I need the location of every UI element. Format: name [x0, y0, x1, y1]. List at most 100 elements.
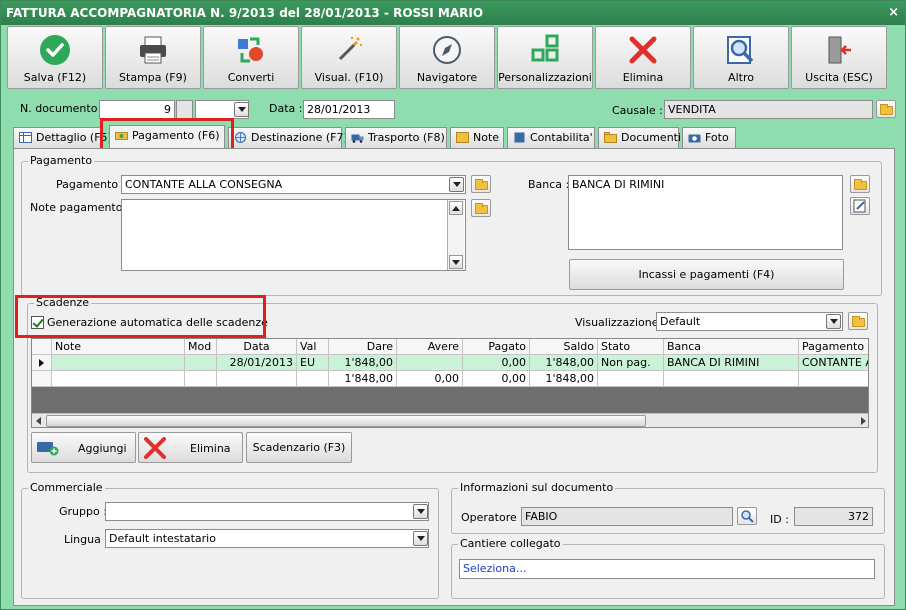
column-header[interactable]: Data: [217, 339, 297, 355]
banca-folder-icon[interactable]: [850, 175, 870, 193]
chevron-down-icon[interactable]: [826, 314, 841, 329]
pagamento-folder-icon[interactable]: [471, 175, 491, 193]
total-empty: [185, 371, 217, 387]
date-field[interactable]: 28/01/2013: [303, 100, 395, 119]
totals-row: 1'848,00 0,00 0,00 1'848,00: [32, 371, 868, 387]
tab-trasporto[interactable]: Trasporto (F8): [345, 127, 447, 148]
red-x-icon: [144, 437, 166, 459]
chevron-down-icon[interactable]: [413, 504, 428, 519]
doc-number-field[interactable]: 9: [99, 100, 175, 119]
tab-note[interactable]: Note: [450, 127, 504, 148]
add-scadenza-button[interactable]: Aggiungi: [31, 432, 136, 463]
cell-pagamento[interactable]: CONTANTE AL: [799, 355, 868, 371]
delete-button[interactable]: Elimina: [595, 26, 691, 89]
other-button[interactable]: Altro: [693, 26, 789, 89]
cell-stato[interactable]: Non pag.: [598, 355, 664, 371]
column-header[interactable]: Pagamento: [799, 339, 868, 355]
customize-button[interactable]: Personalizzazioni: [497, 26, 593, 89]
causale-folder-icon[interactable]: [876, 100, 896, 118]
add-card-icon: [37, 442, 59, 456]
gruppo-label: Gruppo :: [59, 505, 107, 518]
causale-field[interactable]: VENDITA: [664, 100, 873, 119]
invoice-window: FATTURA ACCOMPAGNATORIA N. 9/2013 del 28…: [0, 0, 906, 610]
cell-data[interactable]: 28/01/2013: [217, 355, 297, 371]
cell-mod[interactable]: [185, 355, 217, 371]
scroll-right-icon[interactable]: [861, 417, 866, 425]
scroll-thumb[interactable]: [46, 415, 646, 427]
gruppo-select[interactable]: [105, 502, 429, 521]
visualizzazione-folder-icon[interactable]: [848, 312, 868, 330]
navigator-label: Navigatore: [416, 71, 478, 84]
column-header[interactable]: Mod: [185, 339, 217, 355]
print-button[interactable]: Stampa (F9): [105, 26, 201, 89]
visualizzazione-select[interactable]: Default: [656, 312, 843, 331]
scroll-down-icon[interactable]: [449, 255, 463, 269]
tab-destinazione[interactable]: Destinazione (F7): [228, 127, 348, 148]
magnifier-icon[interactable]: [737, 507, 757, 525]
customize-label: Personalizzazioni: [498, 71, 592, 84]
red-x-icon: [596, 33, 690, 67]
cell-pagato[interactable]: 0,00: [463, 355, 530, 371]
id-label: ID :: [770, 513, 789, 526]
column-header[interactable]: Dare: [329, 339, 397, 355]
note-pagamento-field[interactable]: [121, 199, 466, 271]
incassi-pagamenti-button[interactable]: Incassi e pagamenti (F4): [569, 259, 844, 290]
close-icon[interactable]: ×: [888, 1, 899, 25]
tab-label: Foto: [705, 131, 729, 144]
cell-banca[interactable]: BANCA DI RIMINI: [664, 355, 799, 371]
cell-val[interactable]: EU: [297, 355, 329, 371]
column-header[interactable]: Avere: [397, 339, 463, 355]
total-saldo: 1'848,00: [530, 371, 598, 387]
ledger-icon: [514, 132, 525, 143]
tab-label: Trasporto (F8): [368, 131, 445, 144]
column-header[interactable]: Val: [297, 339, 329, 355]
chevron-down-icon[interactable]: [234, 102, 249, 117]
cell-dare[interactable]: 1'848,00: [329, 355, 397, 371]
chevron-down-icon[interactable]: [449, 177, 464, 192]
note-scrollbar[interactable]: [447, 200, 464, 270]
banca-field[interactable]: BANCA DI RIMINI: [568, 175, 843, 250]
column-header[interactable]: Note: [52, 339, 185, 355]
table-horizontal-scrollbar[interactable]: [32, 413, 868, 427]
exit-button[interactable]: Uscita (ESC): [791, 26, 887, 89]
save-button[interactable]: Salva (F12): [7, 26, 103, 89]
tab-contabilita[interactable]: Contabilita': [507, 127, 595, 148]
scadenze-table[interactable]: Note Mod Data Val Dare Avere Pagato Sald…: [31, 338, 869, 428]
row-selector: [32, 371, 52, 387]
convert-button[interactable]: Converti: [203, 26, 299, 89]
scroll-left-icon[interactable]: [36, 417, 41, 425]
total-empty: [217, 371, 297, 387]
lingua-select[interactable]: Default intestatario: [105, 529, 429, 548]
operatore-field[interactable]: FABIO: [521, 507, 733, 526]
scroll-up-icon[interactable]: [449, 201, 463, 215]
visualizzazione-label: Visualizzazione :: [575, 316, 666, 329]
column-header[interactable]: Stato: [598, 339, 664, 355]
navigator-button[interactable]: Navigatore: [399, 26, 495, 89]
visual-button[interactable]: Visual. (F10): [301, 26, 397, 89]
tab-documenti[interactable]: Documenti: [598, 127, 681, 148]
column-header[interactable]: Saldo: [530, 339, 598, 355]
tab-dettaglio[interactable]: Dettaglio (F5): [13, 127, 112, 148]
edit-icon[interactable]: [850, 197, 870, 215]
column-header[interactable]: Banca: [664, 339, 799, 355]
tab-foto[interactable]: Foto: [682, 127, 736, 148]
cantiere-select-field[interactable]: Seleziona...: [459, 559, 875, 579]
row-selector-header: [32, 339, 52, 355]
camera-icon: [688, 134, 701, 143]
printer-icon: [106, 33, 200, 67]
scadenze-highlight-box: [15, 295, 266, 338]
cell-avere[interactable]: [397, 355, 463, 371]
note-folder-icon[interactable]: [471, 199, 491, 217]
doc-number-suffix[interactable]: [176, 100, 193, 119]
pagamento-select[interactable]: CONTANTE ALLA CONSEGNA: [121, 175, 466, 194]
scadenzario-button[interactable]: Scadenzario (F3): [246, 432, 352, 463]
delete-scadenza-button[interactable]: Elimina: [138, 432, 243, 463]
delete-label: Elimina: [622, 71, 664, 84]
column-header[interactable]: Pagato: [463, 339, 530, 355]
total-empty: [297, 371, 329, 387]
chevron-down-icon[interactable]: [413, 531, 428, 546]
table-row[interactable]: 28/01/2013 EU 1'848,00 0,00 1'848,00 Non…: [32, 355, 868, 371]
cell-saldo[interactable]: 1'848,00: [530, 355, 598, 371]
group-title: Informazioni sul documento: [458, 481, 616, 494]
cell-note[interactable]: [52, 355, 185, 371]
